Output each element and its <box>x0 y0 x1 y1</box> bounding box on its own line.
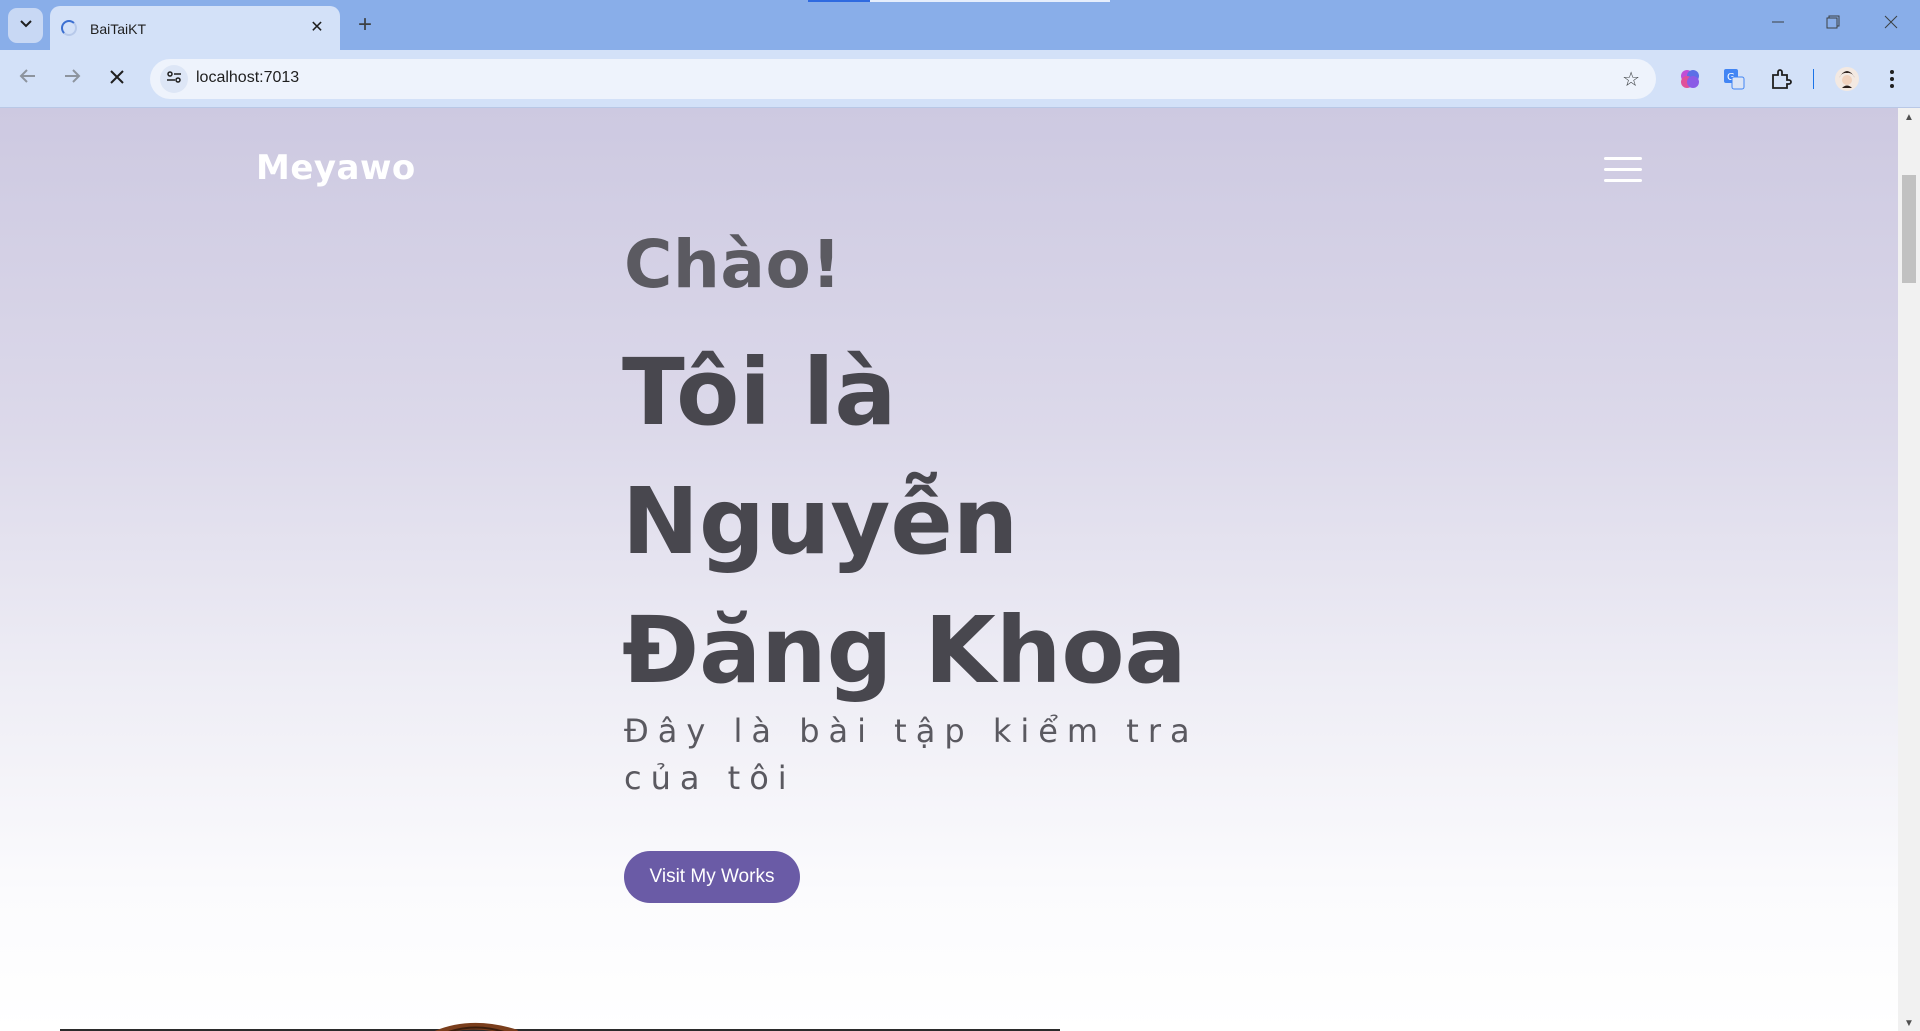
subtitle-line: Đây là bài tập kiểm tra <box>624 712 1199 750</box>
plus-icon: + <box>357 11 372 38</box>
loading-indicator-track <box>870 0 1110 2</box>
new-tab-button[interactable]: + <box>352 11 378 38</box>
avatar[interactable] <box>1832 64 1862 94</box>
browser-tab[interactable]: BaiTaiKT ✕ <box>50 6 340 50</box>
brain-icon[interactable] <box>1675 64 1705 94</box>
tab-strip: BaiTaiKT ✕ + <box>0 0 1920 50</box>
name-line: Tôi là <box>622 339 897 446</box>
close-icon <box>109 68 125 91</box>
arrow-left-icon <box>19 67 37 91</box>
hamburger-icon <box>1604 168 1642 171</box>
scroll-up-icon[interactable]: ▲ <box>1904 112 1914 123</box>
name-line: Đăng Khoa <box>622 597 1187 704</box>
close-icon <box>1884 15 1898 34</box>
url-text: localhost:7013 <box>196 69 300 86</box>
hero-subtitle: Đây là bài tập kiểm tra của tôi <box>624 708 1204 802</box>
minimize-icon <box>1771 15 1785 34</box>
visit-works-button[interactable]: Visit My Works <box>624 851 800 903</box>
puzzle-icon[interactable] <box>1766 64 1796 94</box>
loading-spinner-icon <box>61 20 77 36</box>
scrollbar-thumb[interactable] <box>1902 175 1916 283</box>
hero-illustration <box>418 1014 538 1031</box>
back-button[interactable] <box>12 63 44 95</box>
page-viewport: Meyawo Chào! Tôi là Nguyễn Đăng Khoa Đây… <box>0 108 1898 1031</box>
browser-toolbar: localhost:7013 ☆ G <box>0 50 1920 108</box>
site-logo[interactable]: Meyawo <box>256 148 416 188</box>
subtitle-line: của tôi <box>624 759 796 797</box>
tab-title: BaiTaiKT <box>90 21 147 37</box>
forward-button[interactable] <box>56 63 88 95</box>
star-icon[interactable]: ☆ <box>1622 67 1640 92</box>
scroll-down-icon[interactable]: ▼ <box>1904 1018 1914 1029</box>
tab-search-button[interactable] <box>8 8 43 43</box>
greeting-heading: Chào! <box>624 226 842 303</box>
restore-button[interactable] <box>1813 8 1853 40</box>
site-info-button[interactable] <box>160 65 188 93</box>
hamburger-icon <box>1604 157 1642 160</box>
chevron-down-icon <box>19 16 33 35</box>
name-line: Nguyễn <box>622 468 1019 575</box>
minimize-button[interactable] <box>1758 8 1798 40</box>
loading-indicator <box>808 0 870 2</box>
name-heading: Tôi là Nguyễn Đăng Khoa <box>622 328 1342 715</box>
menu-toggle-button[interactable] <box>1604 155 1644 185</box>
address-bar[interactable]: localhost:7013 ☆ <box>150 59 1656 99</box>
arrow-right-icon <box>63 67 81 91</box>
restore-icon <box>1826 15 1840 34</box>
stop-loading-button[interactable] <box>101 63 133 95</box>
close-icon[interactable]: ✕ <box>306 16 328 38</box>
tune-icon <box>166 69 182 90</box>
translate-icon[interactable]: G <box>1719 64 1749 94</box>
kebab-icon[interactable] <box>1877 64 1907 94</box>
toolbar-separator <box>1813 69 1814 89</box>
hamburger-icon <box>1604 179 1642 182</box>
page-scrollbar[interactable]: ▲ ▼ <box>1898 108 1920 1031</box>
close-window-button[interactable] <box>1871 8 1911 40</box>
